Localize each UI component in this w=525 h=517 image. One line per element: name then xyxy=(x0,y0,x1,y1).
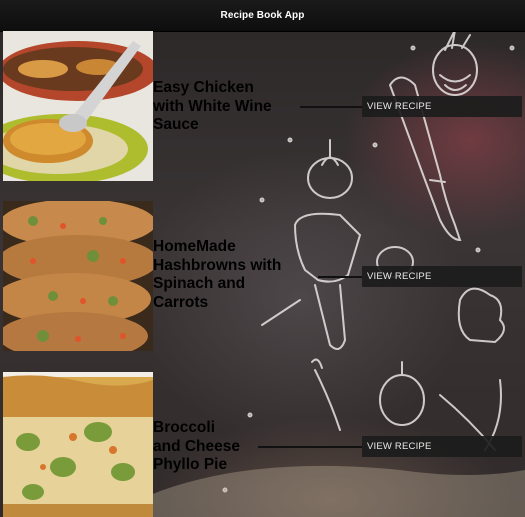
recipe-row[interactable]: Easy Chicken with White Wine Sauce VIEW … xyxy=(0,31,525,181)
recipe-row[interactable]: HomeMade Hashbrowns with Spinach and Car… xyxy=(0,201,525,351)
connector-line xyxy=(300,106,362,108)
recipe-title-line: Carrots xyxy=(153,293,209,311)
recipe-title-line: with White Wine xyxy=(153,97,272,115)
recipe-title[interactable]: Broccoli and Cheese Phyllo Pie xyxy=(153,419,240,475)
recipe-title-line: Easy Chicken xyxy=(153,79,254,96)
recipe-title-line: Sauce xyxy=(153,116,199,133)
recipe-thumbnail-phyllo-pie[interactable] xyxy=(3,372,153,517)
connector-line xyxy=(318,276,362,278)
app-header: Recipe Book App xyxy=(0,0,525,32)
connector-line xyxy=(258,446,362,448)
recipe-thumbnail-chicken[interactable] xyxy=(3,31,153,181)
recipe-row[interactable]: Broccoli and Cheese Phyllo Pie VIEW RECI… xyxy=(0,371,525,517)
view-recipe-button[interactable]: VIEW RECIPE xyxy=(362,96,522,117)
recipe-title-line: HomeMade xyxy=(153,238,236,255)
recipe-title-line: Phyllo Pie xyxy=(153,456,228,473)
recipe-thumbnail-hashbrowns[interactable] xyxy=(3,201,153,351)
recipe-title[interactable]: Easy Chicken with White Wine Sauce xyxy=(153,79,272,135)
recipe-title-line: and Cheese xyxy=(153,437,241,455)
view-recipe-button[interactable]: VIEW RECIPE xyxy=(362,436,522,457)
recipe-title-line: Spinach and xyxy=(153,275,246,292)
recipe-title-line: Hashbrowns with xyxy=(153,256,282,274)
recipe-title-line: Broccoli xyxy=(153,419,216,436)
app-title: Recipe Book App xyxy=(220,10,305,21)
recipe-title[interactable]: HomeMade Hashbrowns with Spinach and Car… xyxy=(153,238,281,312)
view-recipe-button[interactable]: VIEW RECIPE xyxy=(362,266,522,287)
